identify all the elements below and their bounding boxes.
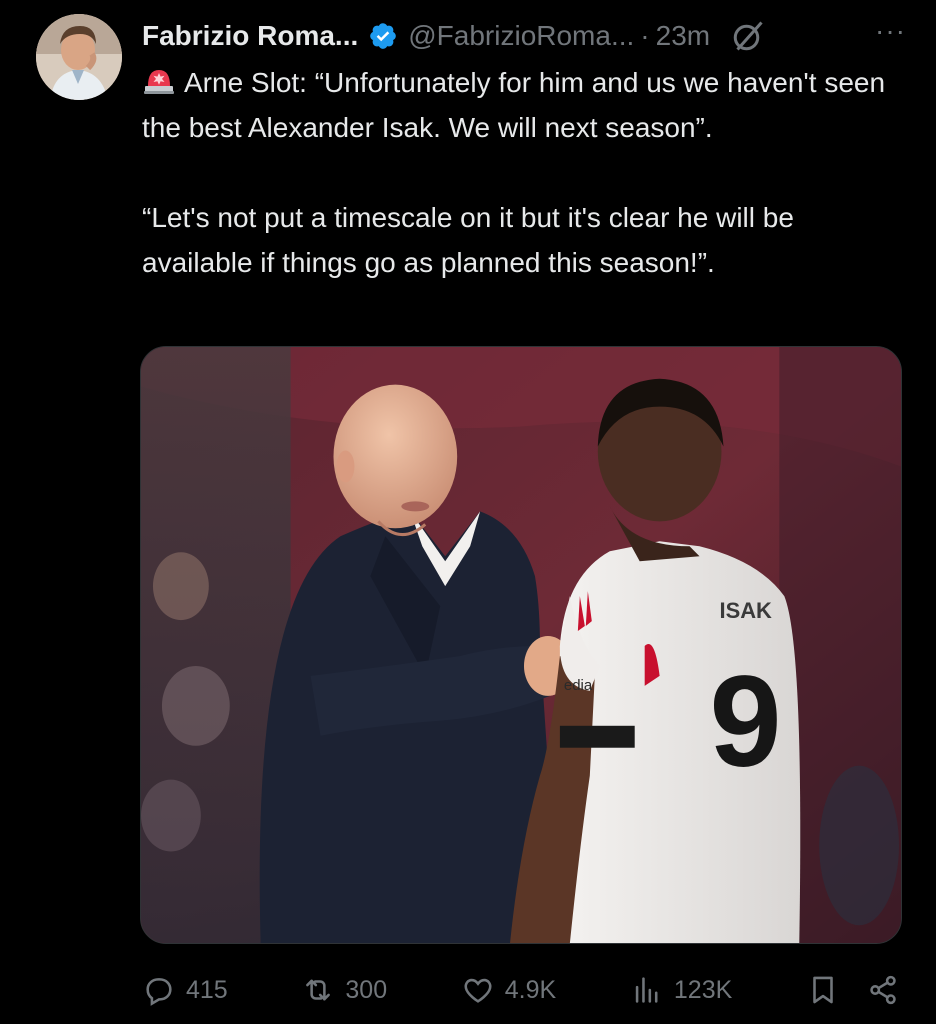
grok-icon[interactable] — [730, 18, 766, 54]
reply-count: 415 — [186, 975, 228, 1004]
tweet-paragraph-1: Arne Slot: “Unfortunately for him and us… — [142, 60, 902, 150]
views-button[interactable]: 123K — [630, 973, 732, 1007]
separator-dot: · — [640, 20, 650, 51]
sponsor-text: edia — [564, 677, 593, 694]
avatar[interactable] — [36, 14, 122, 100]
more-options-button[interactable]: ··· — [875, 17, 906, 55]
like-count: 4.9K — [504, 975, 557, 1004]
tweet-photo[interactable]: ISAK 9 edia — [140, 346, 902, 944]
views-count: 123K — [673, 975, 733, 1004]
tweet-actions: 415 300 4.9K 123K — [142, 966, 900, 1014]
shirt-number-text: 9 — [710, 650, 782, 794]
reply-button[interactable]: 415 — [142, 973, 228, 1007]
tweet-paragraph-1-text: Arne Slot: “Unfortunately for him and us… — [142, 67, 886, 143]
author-name[interactable]: Fabrizio Roma... — [142, 20, 358, 52]
tweet-paragraph-2: “Let's not put a timescale on it but it'… — [142, 202, 794, 278]
like-button[interactable]: 4.9K — [461, 973, 556, 1007]
views-chart-icon — [635, 977, 658, 1003]
siren-emoji-icon — [144, 70, 174, 94]
repost-button[interactable]: 300 — [301, 973, 387, 1007]
bookmark-icon[interactable] — [806, 973, 840, 1007]
right-actions — [806, 973, 900, 1007]
tweet: Fabrizio Roma... @FabrizioRoma... · 23m … — [0, 0, 936, 1024]
repost-count: 300 — [345, 975, 388, 1004]
shirt-name-text: ISAK — [719, 598, 772, 623]
repost-icon — [306, 979, 331, 1001]
author-handle[interactable]: @FabrizioRoma... — [408, 20, 634, 52]
share-icon[interactable] — [866, 973, 900, 1007]
timestamp[interactable]: 23m — [656, 20, 710, 52]
tweet-text: Arne Slot: “Unfortunately for him and us… — [142, 60, 902, 285]
reply-icon — [146, 978, 172, 1006]
tweet-header: Fabrizio Roma... @FabrizioRoma... · 23m … — [142, 14, 906, 58]
verified-badge-icon — [370, 23, 397, 49]
heart-icon — [464, 978, 492, 1003]
